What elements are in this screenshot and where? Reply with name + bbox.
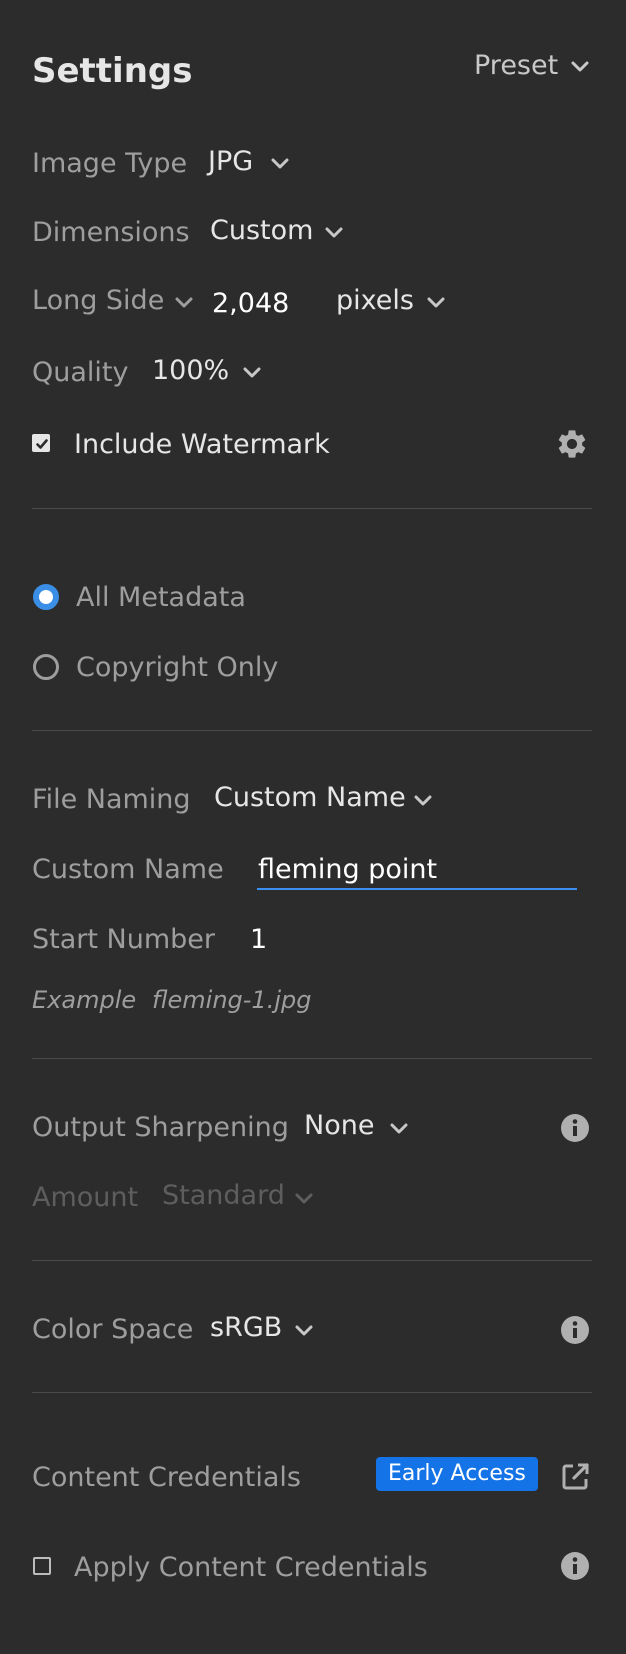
- sharpening-label: Output Sharpening: [32, 1112, 289, 1143]
- custom-name-label: Custom Name: [32, 854, 224, 885]
- chevron-down-icon: [242, 366, 262, 380]
- unit-value: pixels: [336, 285, 414, 316]
- example-value: fleming-1.jpg: [152, 986, 312, 1014]
- chevron-down-icon: [294, 1192, 314, 1206]
- apply-credentials-label: Apply Content Credentials: [74, 1552, 428, 1583]
- divider: [32, 1392, 592, 1393]
- chevron-down-icon: [570, 60, 590, 74]
- watermark-label: Include Watermark: [74, 429, 330, 460]
- divider: [32, 1260, 592, 1261]
- example-label: Example: [32, 986, 137, 1014]
- early-access-badge: Early Access: [376, 1457, 538, 1491]
- long-side-input[interactable]: 2,048: [212, 290, 289, 317]
- dimensions-label: Dimensions: [32, 217, 190, 248]
- info-icon[interactable]: [560, 1113, 590, 1147]
- metadata-option-label: Copyright Only: [76, 652, 279, 683]
- chevron-down-icon: [324, 226, 344, 240]
- amount-value: Standard: [162, 1180, 285, 1211]
- image-type-label: Image Type: [32, 148, 188, 179]
- apply-credentials-checkbox[interactable]: [33, 1557, 51, 1575]
- chevron-down-icon: [270, 157, 290, 171]
- long-side-label: Long Side: [32, 285, 165, 316]
- quality-label: Quality: [32, 357, 129, 388]
- file-naming-label: File Naming: [32, 784, 191, 815]
- metadata-option-label: All Metadata: [76, 582, 246, 613]
- color-space-label: Color Space: [32, 1314, 194, 1345]
- start-number-input[interactable]: 1: [250, 926, 267, 953]
- watermark-checkbox[interactable]: [32, 434, 50, 452]
- radio-icon: [33, 584, 59, 610]
- divider: [32, 1058, 592, 1059]
- chevron-down-icon: [413, 794, 433, 808]
- chevron-down-icon: [294, 1324, 314, 1338]
- divider: [32, 730, 592, 731]
- custom-name-underline: [257, 888, 577, 890]
- file-naming-value: Custom Name: [214, 782, 406, 813]
- page-title: Settings: [32, 51, 193, 91]
- dimensions-value: Custom: [210, 215, 314, 246]
- chevron-down-icon: [174, 296, 194, 310]
- custom-name-input[interactable]: fleming point: [258, 856, 437, 883]
- info-icon[interactable]: [560, 1551, 590, 1585]
- sharpening-value: None: [304, 1110, 375, 1141]
- color-space-value: sRGB: [210, 1312, 283, 1343]
- radio-icon: [33, 654, 59, 680]
- start-number-label: Start Number: [32, 924, 216, 955]
- external-link-icon[interactable]: [560, 1462, 590, 1496]
- chevron-down-icon: [389, 1122, 409, 1136]
- info-icon[interactable]: [560, 1315, 590, 1349]
- preset-label: Preset: [474, 50, 559, 81]
- content-credentials-label: Content Credentials: [32, 1462, 301, 1493]
- chevron-down-icon: [426, 296, 446, 310]
- divider: [32, 508, 592, 509]
- amount-label: Amount: [32, 1182, 139, 1213]
- gear-icon[interactable]: [555, 427, 589, 465]
- quality-value: 100%: [152, 355, 230, 386]
- image-type-value: JPG: [208, 146, 254, 177]
